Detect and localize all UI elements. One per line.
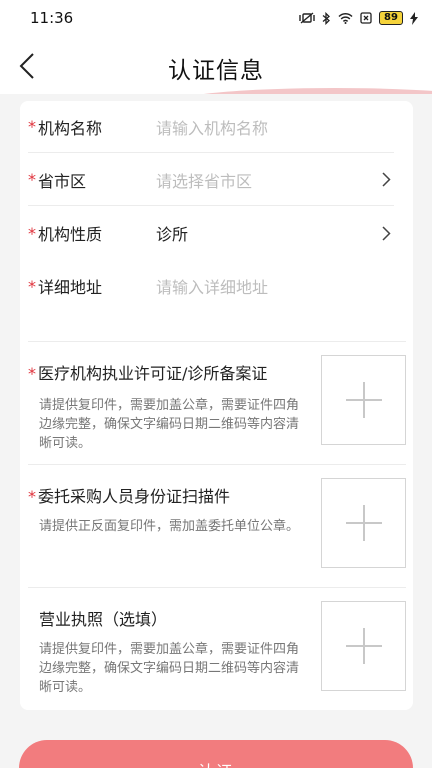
institution-type-select[interactable]: 诊所: [156, 221, 378, 245]
region-row[interactable]: * 省市区 请选择省市区: [28, 154, 394, 206]
bluetooth-icon: [322, 11, 330, 25]
wifi-icon: [338, 12, 353, 24]
license-upload-description: 请提供复印件，需要加盖公章，需要证件四角边缘完整，确保文字编码日期二维码等内容清…: [39, 398, 300, 451]
plus-icon: [345, 382, 382, 418]
detail-address-input[interactable]: 请输入详细地址: [156, 274, 394, 298]
header-decoration: [175, 88, 432, 94]
plus-icon: [345, 628, 382, 664]
institution-name-row[interactable]: * 机构名称 请输入机构名称: [28, 101, 394, 153]
charging-icon: [410, 11, 418, 25]
page-title: 认证信息: [168, 58, 264, 84]
business-license-upload-title: 营业执照（选填）: [39, 610, 168, 629]
business-license-upload-button[interactable]: [321, 601, 406, 691]
institution-name-label: 机构名称: [38, 118, 103, 138]
id-card-upload-description: 请提供正反面复印件，需加盖委托单位公章。: [39, 519, 300, 534]
license-upload-button[interactable]: [321, 355, 406, 445]
id-card-upload-section: * 委托采购人员身份证扫描件 请提供正反面复印件，需加盖委托单位公章。: [28, 464, 406, 587]
plus-icon: [345, 505, 382, 541]
license-upload-title: * 医疗机构执业许可证/诊所备案证: [28, 360, 267, 384]
region-select[interactable]: 请选择省市区: [156, 168, 378, 192]
mute-vibrate-icon: [299, 12, 315, 24]
required-mark: *: [28, 276, 36, 296]
status-time: 11:36: [30, 9, 74, 27]
chevron-right-icon: [378, 225, 394, 241]
business-license-upload-description: 请提供复印件，需要加盖公章，需要证件四角边缘完整，确保文字编码日期二维码等内容清…: [39, 642, 300, 695]
id-card-upload-title: * 委托采购人员身份证扫描件: [28, 483, 230, 507]
chevron-right-icon: [378, 172, 394, 188]
nav-bar: 认证信息: [0, 36, 432, 94]
institution-type-row[interactable]: * 机构性质 诊所: [28, 207, 394, 259]
detail-address-row[interactable]: * 详细地址 请输入详细地址: [28, 260, 394, 312]
required-mark: *: [28, 364, 36, 383]
sim-off-icon: [360, 12, 372, 24]
required-mark: *: [28, 487, 36, 506]
required-mark: *: [28, 117, 36, 136]
required-mark: *: [28, 170, 36, 189]
id-card-upload-title-text: 委托采购人员身份证扫描件: [38, 487, 231, 506]
business-license-upload-section: 营业执照（选填） 请提供复印件，需要加盖公章，需要证件四角边缘完整，确保文字编码…: [28, 587, 406, 707]
region-label: 省市区: [38, 171, 87, 191]
license-upload-title-text: 医疗机构执业许可证/诊所备案证: [38, 364, 268, 383]
license-upload-section: * 医疗机构执业许可证/诊所备案证 请提供复印件，需要加盖公章，需要证件四角边缘完…: [28, 341, 406, 464]
required-mark: *: [28, 223, 36, 243]
status-bar: 11:36 89: [0, 0, 432, 36]
id-card-upload-button[interactable]: [321, 478, 406, 568]
institution-name-input[interactable]: 请输入机构名称: [156, 115, 394, 139]
battery-icon: 89: [379, 11, 403, 25]
form-card: * 机构名称 请输入机构名称 * 省市区 请选择省市区 * 机构性质 诊所 * …: [20, 101, 413, 710]
submit-button[interactable]: 认证: [19, 740, 413, 768]
institution-type-label: 机构性质: [38, 225, 103, 244]
detail-address-label: 详细地址: [38, 278, 103, 297]
status-icons: 89: [299, 11, 418, 25]
